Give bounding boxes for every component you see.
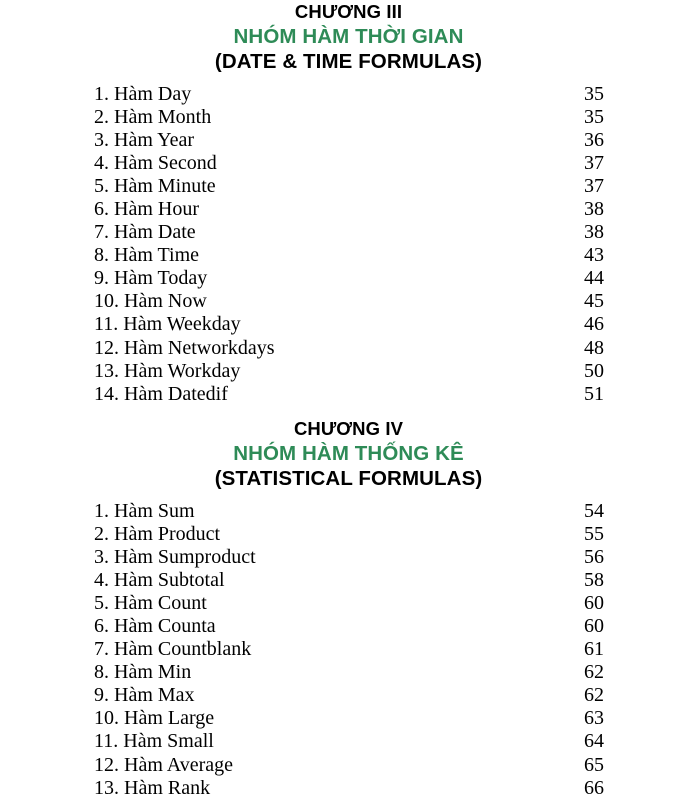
toc-entry-label: 8. Hàm Time	[94, 244, 200, 267]
chapter-three-title-en: (DATE & TIME FORMULAS)	[214, 50, 483, 73]
chapter-four-number: CHƯƠNG IV	[293, 418, 404, 439]
toc-entry-row[interactable]: 13. Hàm Rank 66	[0, 777, 697, 800]
toc-entry-page: 45	[584, 290, 604, 313]
chapter-four-heading: CHƯƠNG IV NHÓM HÀM THỐNG KÊ (STATISTICAL…	[0, 418, 697, 490]
toc-entry-page: 38	[584, 197, 604, 220]
toc-entry-label: 13. Hàm Workday	[94, 359, 241, 382]
toc-entry-page: 55	[584, 522, 604, 545]
toc-entry-label: 10. Hàm Large	[94, 707, 215, 730]
toc-entry-label: 8. Hàm Min	[94, 661, 192, 684]
toc-entry-label: 12. Hàm Average	[94, 753, 234, 776]
toc-entry-label: 5. Hàm Minute	[94, 174, 216, 197]
toc-entry-row[interactable]: 7. Hàm Countblank 61	[0, 638, 697, 661]
toc-entry-row[interactable]: 13. Hàm Workday 50	[0, 360, 697, 383]
toc-entry-label: 1. Hàm Day	[94, 82, 192, 105]
toc-entry-row[interactable]: 9. Hàm Today 44	[0, 267, 697, 290]
document-page: CHƯƠNG III NHÓM HÀM THỜI GIAN (DATE & TI…	[0, 0, 697, 800]
toc-entry-page: 61	[584, 638, 604, 661]
toc-entry-page: 66	[584, 776, 604, 799]
toc-entry-row[interactable]: 4. Hàm Subtotal 58	[0, 569, 697, 592]
chapter-three-title-vi: NHÓM HÀM THỜI GIAN	[233, 24, 464, 48]
toc-entry-row[interactable]: 5. Hàm Minute 37	[0, 175, 697, 198]
toc-entry-page: 37	[584, 151, 604, 174]
toc-entry-row[interactable]: 9. Hàm Max 62	[0, 684, 697, 707]
toc-entry-label: 11. Hàm Small	[94, 730, 214, 753]
toc-entry-page: 65	[584, 753, 604, 776]
toc-entry-label: 11. Hàm Weekday	[94, 313, 241, 336]
toc-entry-label: 9. Hàm Max	[94, 684, 195, 707]
chapter-four-title-vi: NHÓM HÀM THỐNG KÊ	[233, 441, 464, 465]
toc-entry-row[interactable]: 10. Hàm Now 45	[0, 290, 697, 313]
toc-entry-row[interactable]: 3. Hàm Year 36	[0, 129, 697, 152]
toc-entry-page: 58	[584, 568, 604, 591]
toc-entry-row[interactable]: 5. Hàm Count 60	[0, 592, 697, 615]
chapter-three-toc-list: 1. Hàm Day 35 2. Hàm Month 35 3. Hàm Yea…	[0, 83, 697, 406]
toc-entry-row[interactable]: 1. Hàm Sum 54	[0, 500, 697, 523]
toc-entry-label: 4. Hàm Subtotal	[94, 568, 225, 591]
toc-entry-row[interactable]: 3. Hàm Sumproduct 56	[0, 546, 697, 569]
chapter-three-heading: CHƯƠNG III NHÓM HÀM THỜI GIAN (DATE & TI…	[0, 1, 697, 73]
toc-entry-row[interactable]: 11. Hàm Small 64	[0, 730, 697, 753]
toc-entry-label: 6. Hàm Counta	[94, 614, 216, 637]
toc-entry-page: 38	[584, 221, 604, 244]
chapter-three-number: CHƯƠNG III	[294, 1, 403, 22]
toc-entry-row[interactable]: 8. Hàm Min 62	[0, 661, 697, 684]
toc-entry-page: 37	[584, 174, 604, 197]
toc-entry-page: 62	[584, 684, 604, 707]
toc-entry-page: 56	[584, 545, 604, 568]
toc-entry-page: 50	[584, 359, 604, 382]
chapter-four-title-en: (STATISTICAL FORMULAS)	[214, 467, 483, 490]
toc-entry-page: 51	[584, 382, 604, 405]
toc-entry-page: 60	[584, 591, 604, 614]
toc-entry-label: 7. Hàm Date	[94, 221, 196, 244]
toc-entry-page: 44	[584, 267, 604, 290]
toc-entry-label: 2. Hàm Product	[94, 522, 221, 545]
toc-entry-label: 10. Hàm Now	[94, 290, 207, 313]
toc-entry-row[interactable]: 14. Hàm Datedif 51	[0, 383, 697, 406]
toc-entry-label: 5. Hàm Count	[94, 591, 207, 614]
toc-entry-page: 60	[584, 614, 604, 637]
toc-entry-label: 6. Hàm Hour	[94, 197, 199, 220]
toc-entry-label: 7. Hàm Countblank	[94, 638, 252, 661]
toc-entry-row[interactable]: 2. Hàm Product 55	[0, 523, 697, 546]
toc-entry-row[interactable]: 11. Hàm Weekday 46	[0, 313, 697, 336]
toc-entry-label: 12. Hàm Networkdays	[94, 336, 275, 359]
toc-entry-label: 4. Hàm Second	[94, 151, 217, 174]
toc-entry-label: 3. Hàm Year	[94, 128, 194, 151]
toc-entry-page: 64	[584, 730, 604, 753]
toc-entry-row[interactable]: 6. Hàm Hour 38	[0, 198, 697, 221]
toc-entry-row[interactable]: 4. Hàm Second 37	[0, 152, 697, 175]
toc-entry-row[interactable]: 1. Hàm Day 35	[0, 83, 697, 106]
chapter-section-four: CHƯƠNG IV NHÓM HÀM THỐNG KÊ (STATISTICAL…	[0, 418, 697, 800]
toc-entry-page: 54	[584, 499, 604, 522]
toc-entry-row[interactable]: 8. Hàm Time 43	[0, 244, 697, 267]
toc-entry-label: 13. Hàm Rank	[94, 776, 211, 799]
toc-entry-page: 46	[584, 313, 604, 336]
toc-entry-page: 36	[584, 128, 604, 151]
toc-entry-page: 43	[584, 244, 604, 267]
toc-entry-label: 9. Hàm Today	[94, 267, 208, 290]
toc-entry-label: 3. Hàm Sumproduct	[94, 545, 256, 568]
toc-entry-label: 1. Hàm Sum	[94, 499, 195, 522]
toc-entry-label: 2. Hàm Month	[94, 105, 212, 128]
chapter-section-three: CHƯƠNG III NHÓM HÀM THỜI GIAN (DATE & TI…	[0, 1, 697, 406]
toc-entry-row[interactable]: 12. Hàm Average 65	[0, 754, 697, 777]
toc-entry-page: 35	[584, 82, 604, 105]
toc-entry-row[interactable]: 12. Hàm Networkdays 48	[0, 337, 697, 360]
toc-entry-page: 35	[584, 105, 604, 128]
toc-entry-row[interactable]: 6. Hàm Counta 60	[0, 615, 697, 638]
toc-entry-page: 63	[584, 707, 604, 730]
toc-entry-row[interactable]: 7. Hàm Date 38	[0, 221, 697, 244]
toc-entry-row[interactable]: 10. Hàm Large 63	[0, 707, 697, 730]
toc-entry-page: 62	[584, 661, 604, 684]
toc-entry-page: 48	[584, 336, 604, 359]
toc-entry-row[interactable]: 2. Hàm Month 35	[0, 106, 697, 129]
chapter-four-toc-list: 1. Hàm Sum 54 2. Hàm Product 55 3. Hàm S…	[0, 500, 697, 800]
toc-entry-label: 14. Hàm Datedif	[94, 382, 228, 405]
